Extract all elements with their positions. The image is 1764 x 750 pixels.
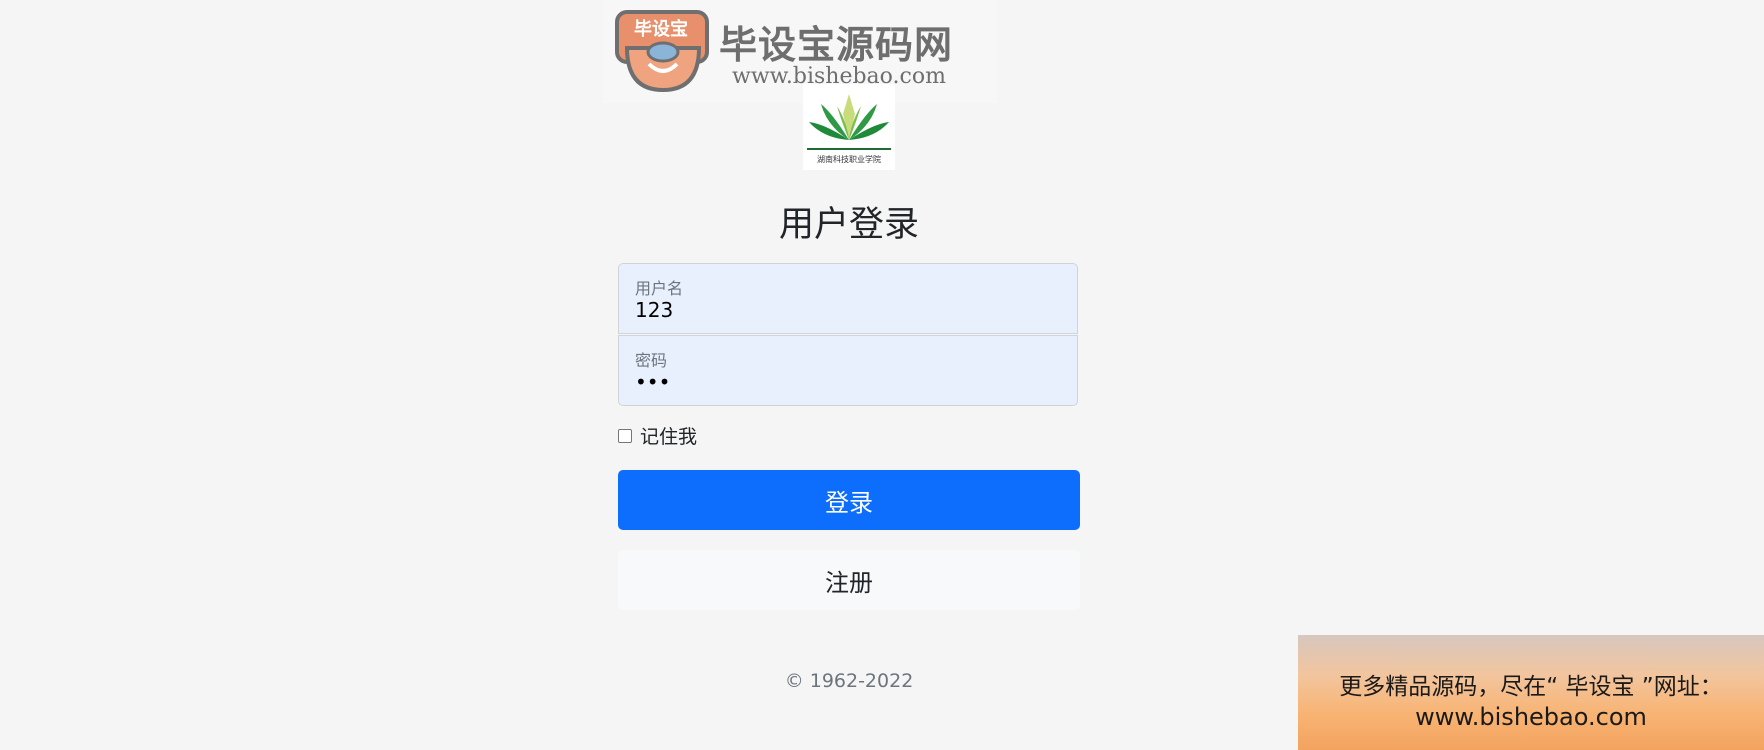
bishebao-logo: 毕设宝: [615, 10, 709, 93]
register-button[interactable]: 注册: [618, 550, 1080, 610]
login-form: 用户登录 用户名 123 密码 ••• 记住我 登录 注册 © 1962-202…: [618, 190, 1080, 692]
watermark-ad-text: 更多精品源码，尽在“ 毕设宝 ”网址：: [1339, 674, 1723, 700]
watermark-ad-url: www.bishebao.com: [1415, 703, 1647, 731]
password-input[interactable]: •••: [635, 370, 670, 394]
username-input[interactable]: 123: [635, 298, 673, 322]
watermark-ad: 更多精品源码，尽在“ 毕设宝 ”网址： www.bishebao.com: [1298, 635, 1764, 750]
remember-me-label: 记住我: [640, 426, 698, 448]
username-field[interactable]: 用户名 123: [618, 263, 1078, 334]
login-page: 毕设宝 毕设宝源码网 www.bishebao.com 湖南科技职业学院 用户登…: [0, 0, 1764, 750]
password-label: 密码: [635, 351, 668, 370]
copyright-text: © 1962-2022: [784, 670, 914, 692]
password-field[interactable]: 密码 •••: [618, 335, 1078, 406]
watermark-title: 毕设宝源码网: [719, 23, 954, 67]
username-label: 用户名: [635, 279, 684, 298]
school-emblem: 湖南科技职业学院: [803, 84, 895, 170]
watermark-banner: 毕设宝 毕设宝源码网 www.bishebao.com: [603, 0, 997, 103]
emblem-caption: 湖南科技职业学院: [817, 154, 881, 164]
remember-me[interactable]: 记住我: [618, 422, 697, 449]
logo-badge-text: 毕设宝: [634, 18, 688, 40]
page-title: 用户登录: [778, 205, 919, 245]
remember-me-checkbox[interactable]: [618, 428, 632, 443]
school-emblem-icon: 湖南科技职业学院: [807, 94, 891, 164]
login-button[interactable]: 登录: [618, 470, 1080, 530]
